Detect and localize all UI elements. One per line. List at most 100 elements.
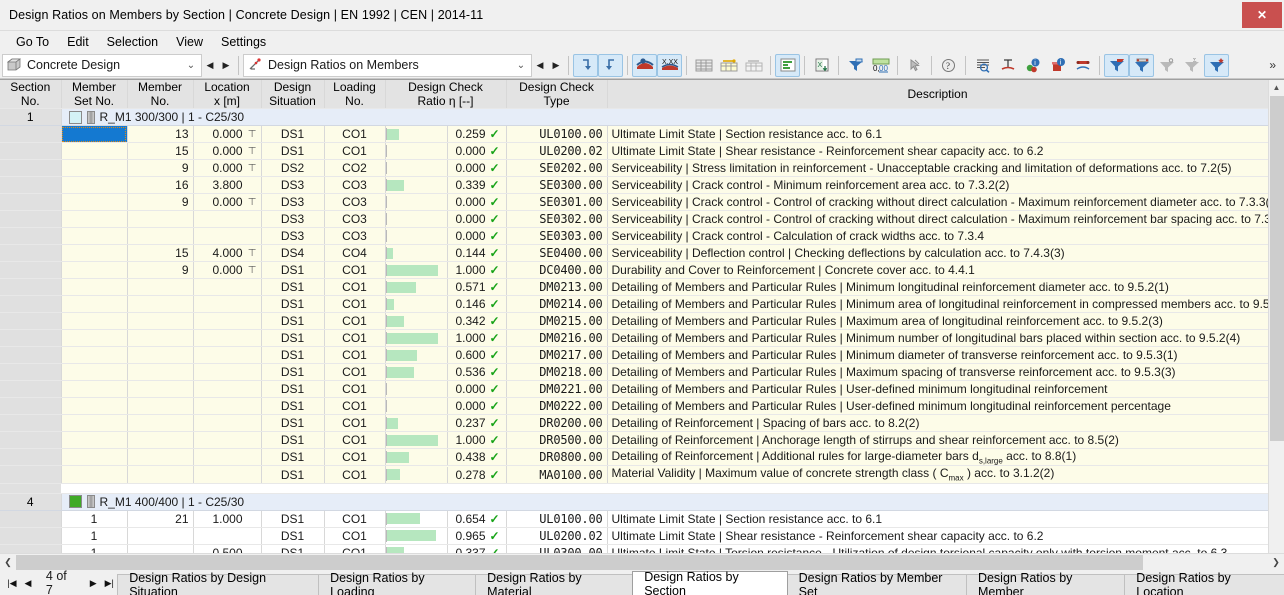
cell-loading-no[interactable]: CO1 (324, 278, 386, 296)
cell-member-set-no[interactable] (61, 278, 128, 296)
module-next-button[interactable]: ▶ (218, 53, 234, 77)
cell-design-check-type[interactable]: DM0215.00 (506, 312, 608, 330)
table-row[interactable]: 15 0.000 ⊤ DS1 CO1 0.000 ✓ UL0200.02 Ultimate Li… (0, 142, 1269, 160)
module-prev-button[interactable]: ◀ (202, 53, 218, 77)
cell-design-check-type[interactable]: SE0301.00 (506, 193, 608, 211)
cell-design-situation[interactable]: DS1 (261, 312, 325, 330)
cell-member-set-no[interactable] (61, 363, 128, 381)
cell-description[interactable]: Serviceability | Deflection control | Ch… (607, 244, 1269, 262)
cell-location[interactable] (193, 431, 262, 449)
cell-description[interactable]: Ultimate Limit State | Shear resistance … (607, 142, 1269, 160)
table-row[interactable]: DS1 CO1 1.000 ✓ DM0216.00 Detailing of Member… (0, 329, 1269, 347)
row-header[interactable] (0, 295, 62, 313)
cell-location[interactable]: 4.000 ⊤ (193, 244, 262, 262)
row-header[interactable] (0, 244, 62, 262)
cell-design-ratio[interactable]: 0.536 ✓ (385, 363, 507, 381)
cell-member-set-no[interactable] (61, 125, 128, 143)
cell-location[interactable] (193, 363, 262, 381)
tab-design-ratios-by-location[interactable]: Design Ratios by Location (1124, 571, 1284, 595)
cell-design-situation[interactable]: DS1 (261, 329, 325, 347)
cell-design-check-type[interactable]: SE0400.00 (506, 244, 608, 262)
cell-description[interactable]: Detailing of Members and Particular Rule… (607, 346, 1269, 364)
group-row[interactable]: 1 R_M1 300/300 | 1 - C25/30 (0, 108, 1269, 126)
tab-design-ratios-by-design-situation[interactable]: Design Ratios by Design Situation (117, 571, 320, 595)
row-header[interactable] (0, 210, 62, 228)
column-header-2[interactable]: Member No. (127, 80, 194, 109)
row-header[interactable] (0, 278, 62, 296)
cell-member-no[interactable]: 16 (127, 176, 194, 194)
cell-design-ratio[interactable]: 0.438 ✓ (385, 448, 507, 467)
cell-design-ratio[interactable]: 0.000 ✓ (385, 193, 507, 211)
tab-design-ratios-by-section[interactable]: Design Ratios by Section (632, 570, 788, 595)
row-header[interactable] (0, 176, 62, 194)
cell-design-situation[interactable]: DS1 (261, 142, 325, 160)
cell-loading-no[interactable]: CO1 (324, 261, 386, 279)
cell-design-check-type[interactable]: DR0200.00 (506, 414, 608, 432)
row-header[interactable] (0, 527, 62, 545)
cell-location[interactable]: 0.500 (193, 544, 262, 553)
cell-description[interactable]: Detailing of Members and Particular Rule… (607, 363, 1269, 381)
tab-design-ratios-by-member-set[interactable]: Design Ratios by Member Set (786, 571, 967, 595)
cell-member-no[interactable] (127, 380, 194, 398)
column-header-0[interactable]: Section No. (0, 80, 62, 109)
cell-description[interactable]: Serviceability | Crack control - Control… (607, 210, 1269, 228)
table-row[interactable]: DS1 CO1 0.278 ✓ MA0100.00 Material Validity |… (0, 465, 1269, 484)
cell-design-situation[interactable]: DS1 (261, 380, 325, 398)
cell-location[interactable]: 0.000 ⊤ (193, 193, 262, 211)
cell-member-set-no[interactable]: 1 (61, 527, 128, 545)
cell-design-check-type[interactable]: UL0200.02 (506, 142, 608, 160)
cell-member-no[interactable] (127, 465, 194, 484)
member-icon[interactable] (1070, 54, 1095, 77)
cell-member-set-no[interactable] (61, 295, 128, 313)
cell-loading-no[interactable]: CO1 (324, 414, 386, 432)
cell-member-no[interactable] (127, 544, 194, 553)
cell-design-check-type[interactable]: DM0222.00 (506, 397, 608, 415)
cell-loading-no[interactable]: CO1 (324, 363, 386, 381)
cell-design-situation[interactable]: DS1 (261, 527, 325, 545)
table-row[interactable]: DS1 CO1 0.146 ✓ DM0214.00 Detailing of Member… (0, 295, 1269, 313)
cell-member-no[interactable] (127, 397, 194, 415)
find-icon[interactable] (970, 54, 995, 77)
row-header[interactable] (0, 346, 62, 364)
column-header-7[interactable]: Design Check Type (506, 80, 608, 109)
cell-loading-no[interactable]: CO1 (324, 312, 386, 330)
cell-loading-no[interactable]: CO3 (324, 176, 386, 194)
cell-design-situation[interactable]: DS3 (261, 227, 325, 245)
cell-design-situation[interactable]: DS1 (261, 261, 325, 279)
pager-prev-button[interactable]: ◀ (20, 578, 36, 589)
cell-location[interactable] (193, 414, 262, 432)
info-green-icon[interactable]: i (1020, 54, 1045, 77)
cell-design-ratio[interactable]: 0.000 ✓ (385, 210, 507, 228)
row-header[interactable] (0, 227, 62, 245)
cell-design-situation[interactable]: DS1 (261, 544, 325, 553)
table-row[interactable]: 1 0.500 DS1 CO1 0.337 ✓ UL0300.00 Ultimate Limi… (0, 544, 1269, 553)
cell-design-check-type[interactable]: DM0214.00 (506, 295, 608, 313)
go-to-previous-icon[interactable] (573, 53, 598, 77)
decimal-places-icon[interactable]: 0, 00 (868, 54, 893, 77)
cell-member-set-no[interactable] (61, 448, 128, 467)
show-values-icon[interactable]: X.XX (657, 53, 682, 77)
cell-description[interactable]: Serviceability | Crack control - Minimum… (607, 176, 1269, 194)
row-header[interactable] (0, 125, 62, 143)
cell-member-no[interactable]: 9 (127, 193, 194, 211)
cell-description[interactable]: Detailing of Reinforcement | Anchorage l… (607, 431, 1269, 449)
menu-item-edit[interactable]: Edit (58, 33, 98, 51)
table-row[interactable]: 9 0.000 ⊤ DS2 CO2 0.000 ✓ SE0202.00 Serviceabili… (0, 159, 1269, 177)
cell-location[interactable]: 3.800 (193, 176, 262, 194)
cell-loading-no[interactable]: CO1 (324, 465, 386, 484)
info-red-icon[interactable]: i (1045, 54, 1070, 77)
cell-design-ratio[interactable]: 0.654 ✓ (385, 510, 507, 528)
cell-loading-no[interactable]: CO3 (324, 227, 386, 245)
table-row[interactable]: DS3 CO3 0.000 ✓ SE0302.00 Serviceability | Cr… (0, 210, 1269, 228)
cell-description[interactable]: Detailing of Members and Particular Rule… (607, 295, 1269, 313)
cell-member-no[interactable]: 15 (127, 142, 194, 160)
column-header-4[interactable]: Design Situation (261, 80, 325, 109)
cell-design-ratio[interactable]: 0.000 ✓ (385, 142, 507, 160)
table-row[interactable]: DS1 CO1 1.000 ✓ DR0500.00 Detailing of Reinfo… (0, 431, 1269, 449)
cell-design-situation[interactable]: DS1 (261, 414, 325, 432)
pager-next-button[interactable]: ▶ (85, 578, 101, 589)
cell-location[interactable]: 0.000 ⊤ (193, 125, 262, 143)
dimension-icon[interactable] (995, 54, 1020, 77)
cell-member-no[interactable] (127, 295, 194, 313)
row-header[interactable] (0, 329, 62, 347)
